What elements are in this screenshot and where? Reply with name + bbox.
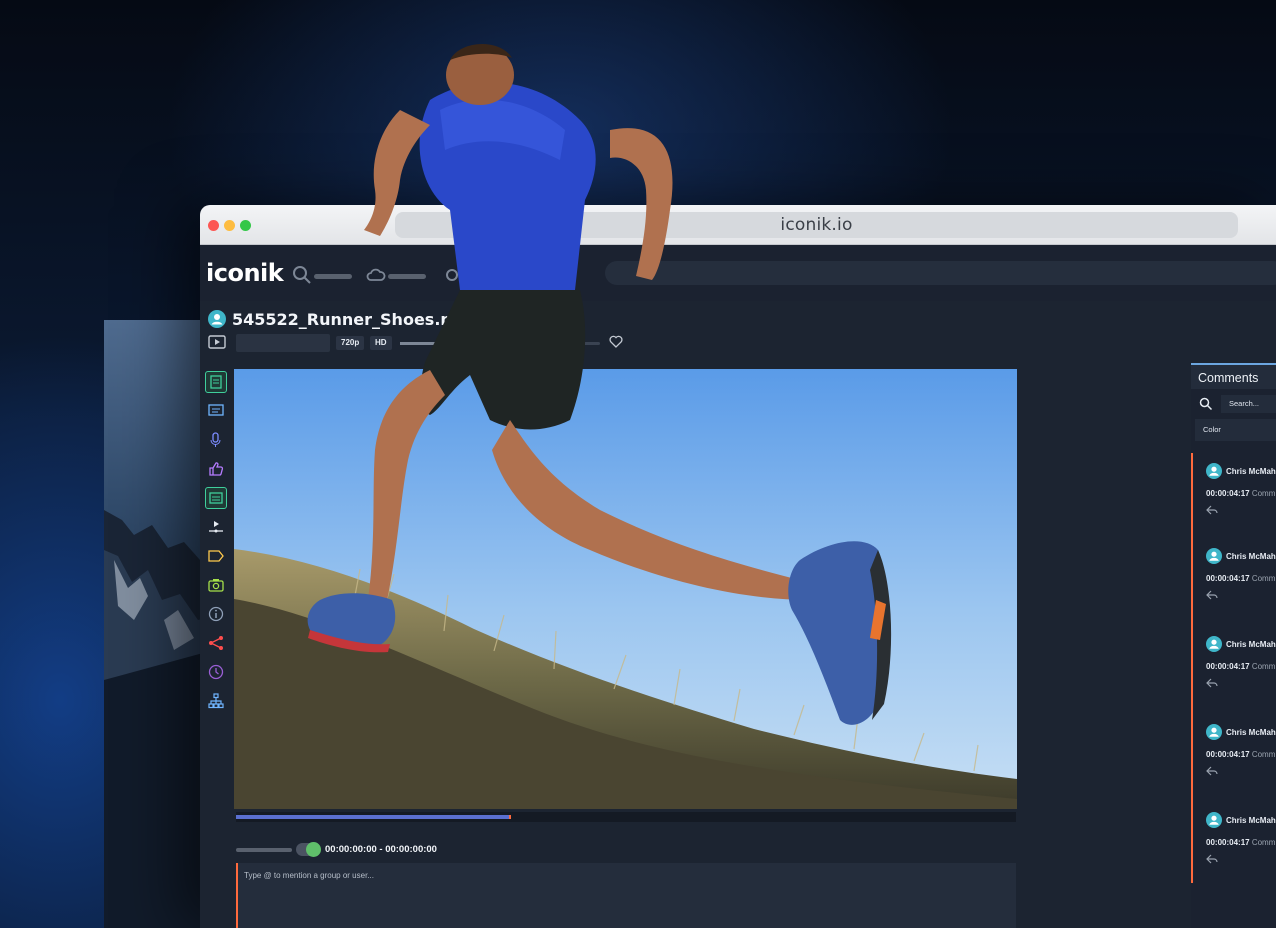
reply-icon[interactable] xyxy=(1206,678,1218,688)
heart-icon[interactable] xyxy=(609,335,623,348)
approval-icon[interactable] xyxy=(205,458,227,480)
comment-text: Comm xyxy=(1251,489,1276,498)
player-controls: 720p HD xyxy=(208,333,628,353)
transcription-icon[interactable] xyxy=(205,429,227,451)
reply-icon[interactable] xyxy=(1206,854,1218,864)
camera-icon[interactable] xyxy=(205,574,227,596)
comment-meta: 00:00:04:17 Comm xyxy=(1206,750,1275,759)
comment-meta: 00:00:04:17 Comm xyxy=(1206,662,1275,671)
search-icon xyxy=(1199,397,1213,411)
quality-badge[interactable]: HD xyxy=(370,336,392,350)
video-still xyxy=(234,369,1017,809)
comment-input[interactable]: Type @ to mention a group or user... xyxy=(236,863,1016,928)
comment-author: Chris McMah xyxy=(1226,467,1276,476)
comment-timecode: 00:00:04:17 xyxy=(1206,662,1250,671)
resolution-badge[interactable]: 720p xyxy=(336,336,365,350)
global-search-bar[interactable] xyxy=(605,261,1276,285)
comment-meta: 00:00:04:17 Comm xyxy=(1206,838,1275,847)
metadata-icon[interactable] xyxy=(205,371,227,393)
user-avatar-icon xyxy=(1206,812,1222,828)
version-select[interactable] xyxy=(236,334,330,352)
timeline-icon[interactable] xyxy=(205,516,227,538)
timeline-playhead[interactable] xyxy=(509,815,511,819)
comment-author: Chris McMah xyxy=(1226,640,1276,649)
asset-header: 545522_Runner_Shoes.mp4 xyxy=(208,307,480,331)
nav-search-label[interactable] xyxy=(314,274,352,279)
comments-search-placeholder: Search... xyxy=(1229,399,1260,408)
share-icon[interactable] xyxy=(205,632,227,654)
timeline-scrubber[interactable] xyxy=(236,812,1016,822)
comment-item[interactable]: Chris McMah 00:00:04:17 Comm xyxy=(1203,548,1276,628)
timeline-progress xyxy=(236,815,509,819)
comments-icon[interactable] xyxy=(205,400,227,422)
comment-text: Comm xyxy=(1251,574,1276,583)
comment-item[interactable]: Chris McMah 00:00:04:17 Comm xyxy=(1203,463,1276,543)
comments-list: Chris McMah 00:00:04:17 Comm Chris McMah… xyxy=(1191,453,1276,883)
comment-item[interactable]: Chris McMah 00:00:04:17 Comm xyxy=(1203,812,1276,892)
iconik-logo[interactable]: iconik xyxy=(206,259,284,287)
reply-icon[interactable] xyxy=(1206,766,1218,776)
comment-author: Chris McMah xyxy=(1226,728,1276,737)
comment-author: Chris McMah xyxy=(1226,552,1276,561)
nav-cloud-label[interactable] xyxy=(388,274,426,279)
volume-slider-fill xyxy=(400,342,460,345)
comment-timecode: 00:00:04:17 xyxy=(1206,750,1250,759)
comments-title: Comments xyxy=(1198,371,1259,385)
info-icon[interactable] xyxy=(205,603,227,625)
tag-icon[interactable] xyxy=(205,545,227,567)
address-bar[interactable]: iconik.io xyxy=(395,212,1238,238)
video-frame[interactable] xyxy=(234,369,1017,809)
browser-window: iconik.io iconik 545522_Runner_Shoes.mp4… xyxy=(200,205,1276,928)
comment-timecode: 00:00:04:17 xyxy=(1206,574,1250,583)
mountain-photo xyxy=(104,510,214,928)
comment-text: Comm xyxy=(1251,838,1276,847)
history-icon[interactable] xyxy=(205,661,227,683)
in-out-track[interactable] xyxy=(236,848,292,852)
reply-icon[interactable] xyxy=(1206,590,1218,600)
play-icon[interactable] xyxy=(208,335,226,349)
asset-title: 545522_Runner_Shoes.mp4 xyxy=(232,309,480,329)
comments-panel: Comments Search... Color Chris McMah 00:… xyxy=(1191,363,1276,928)
iconik-app: iconik 545522_Runner_Shoes.mp4 720p HD 0… xyxy=(200,245,1276,928)
timecode-range: 00:00:00:00 - 00:00:00:00 xyxy=(325,844,437,855)
comment-meta: 00:00:04:17 Comm xyxy=(1206,489,1275,498)
comment-author: Chris McMah xyxy=(1226,816,1276,825)
reply-icon[interactable] xyxy=(1206,505,1218,515)
volume-slider[interactable] xyxy=(400,342,600,345)
subtitles-icon[interactable] xyxy=(205,487,227,509)
search-icon[interactable] xyxy=(292,265,312,285)
user-avatar-icon xyxy=(1206,724,1222,740)
minimize-window-button[interactable] xyxy=(224,220,235,231)
timecode-row: 00:00:00:00 - 00:00:00:00 xyxy=(236,841,656,859)
range-toggle[interactable] xyxy=(296,842,321,857)
user-avatar-icon xyxy=(1206,548,1222,564)
comment-placeholder: Type @ to mention a group or user... xyxy=(244,871,374,880)
settings-icon[interactable] xyxy=(442,265,462,285)
cloud-icon[interactable] xyxy=(366,265,386,285)
color-filter-select[interactable]: Color xyxy=(1195,419,1276,441)
comment-timecode: 00:00:04:17 xyxy=(1206,838,1250,847)
user-avatar-icon xyxy=(1206,463,1222,479)
user-avatar-icon xyxy=(1206,636,1222,652)
comment-meta: 00:00:04:17 Comm xyxy=(1206,574,1275,583)
user-avatar-icon xyxy=(208,310,226,328)
comment-text: Comm xyxy=(1251,750,1276,759)
top-navigation: iconik xyxy=(200,245,1276,301)
background-photo-panel xyxy=(104,320,214,928)
close-window-button[interactable] xyxy=(208,220,219,231)
hierarchy-icon[interactable] xyxy=(205,690,227,712)
comment-item[interactable]: Chris McMah 00:00:04:17 Comm xyxy=(1203,724,1276,804)
comments-search[interactable]: Search... xyxy=(1195,393,1276,415)
color-filter-label: Color xyxy=(1203,425,1221,434)
comment-text: Comm xyxy=(1251,662,1276,671)
comment-timecode: 00:00:04:17 xyxy=(1206,489,1250,498)
comments-tab[interactable]: Comments xyxy=(1191,363,1276,389)
maximize-window-button[interactable] xyxy=(240,220,251,231)
browser-titlebar: iconik.io xyxy=(200,205,1276,245)
comment-item[interactable]: Chris McMah 00:00:04:17 Comm xyxy=(1203,636,1276,716)
range-toggle-knob xyxy=(306,842,321,857)
